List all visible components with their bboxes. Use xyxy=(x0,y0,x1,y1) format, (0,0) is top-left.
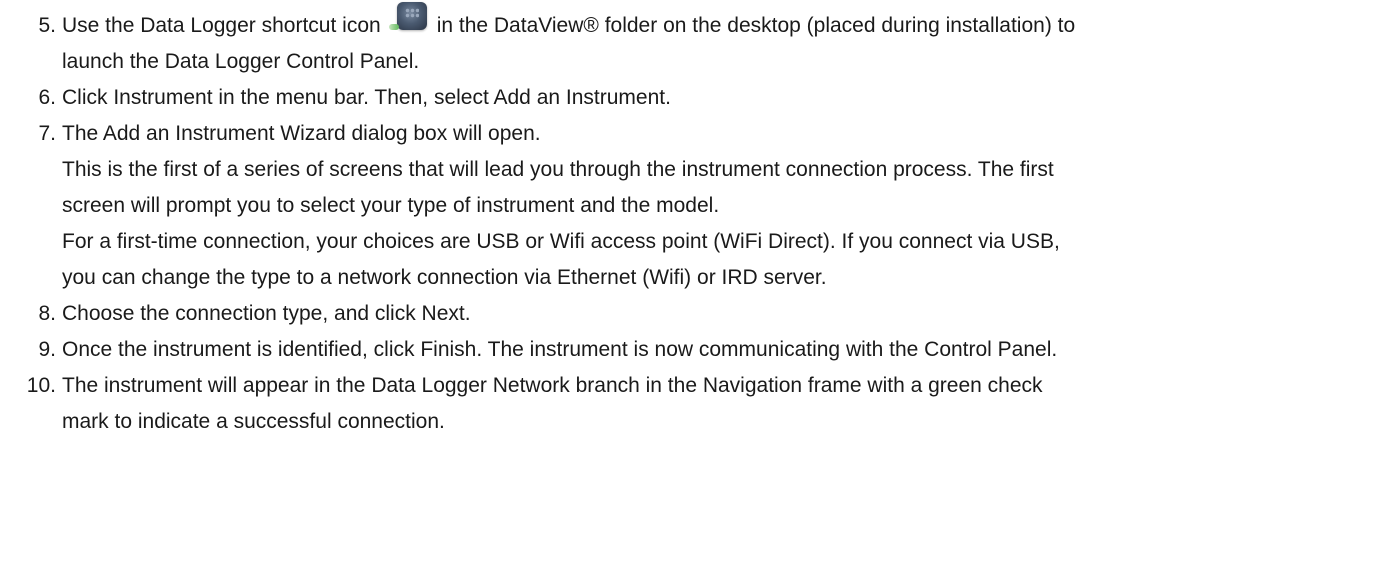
step-text: The instrument will appear in the Data L… xyxy=(62,374,1043,397)
data-logger-shortcut-icon xyxy=(387,2,431,36)
step-text: screen will prompt you to select your ty… xyxy=(62,194,720,217)
step-number: 6. xyxy=(38,86,56,109)
step-number: 7. xyxy=(38,122,56,145)
step-text: you can change the type to a network con… xyxy=(62,266,827,289)
instruction-list: 5. Use the Data Logger shortcut icon in t… xyxy=(0,0,1390,565)
step-text-part: Use the Data Logger shortcut icon xyxy=(62,14,381,37)
step-text: launch the Data Logger Control Panel. xyxy=(62,50,420,73)
step-text: Use the Data Logger shortcut icon in the … xyxy=(62,2,1076,44)
step-number: 9. xyxy=(38,338,56,361)
step-number: 8. xyxy=(38,302,56,325)
step-text-part: in the DataView® folder on the desktop (… xyxy=(436,14,1076,37)
step-text: The Add an Instrument Wizard dialog box … xyxy=(62,122,541,145)
step-text: This is the first of a series of screens… xyxy=(62,158,1054,181)
step-text: Click Instrument in the menu bar. Then, … xyxy=(62,86,671,109)
step-text: mark to indicate a successful connection… xyxy=(62,410,445,433)
step-text: Choose the connection type, and click Ne… xyxy=(62,302,471,325)
step-number: 5. xyxy=(38,14,56,37)
step-number: 10. xyxy=(26,374,56,397)
step-text: For a first-time connection, your choice… xyxy=(62,230,1060,253)
step-text: Once the instrument is identified, click… xyxy=(62,338,1058,361)
